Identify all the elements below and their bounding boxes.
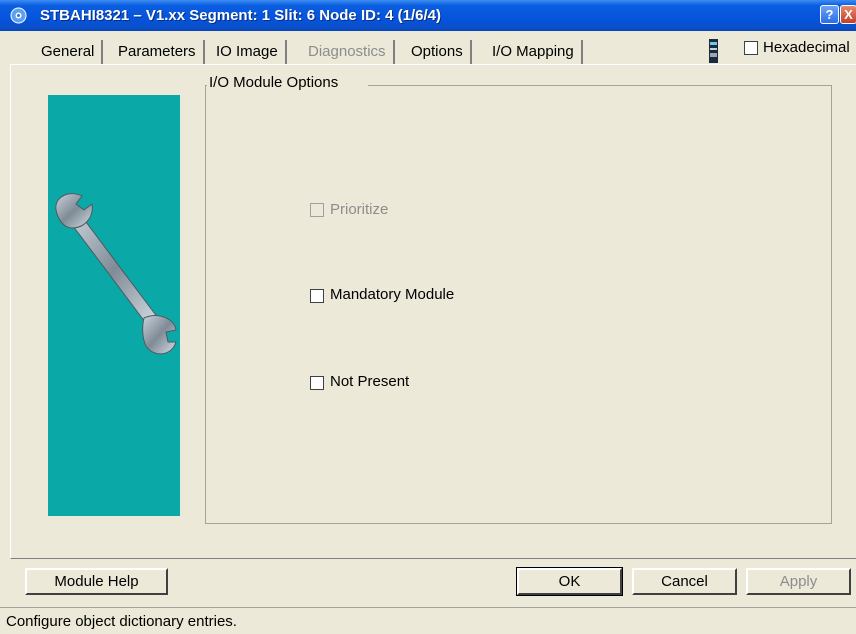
help-button[interactable]: ? [820, 5, 839, 24]
io-module-options-group [205, 85, 832, 524]
status-bar: Configure object dictionary entries. [0, 607, 856, 634]
tab-io-mapping[interactable]: I/O Mapping [485, 40, 583, 64]
ok-button[interactable]: OK [516, 567, 623, 596]
mandatory-module-checkbox[interactable] [310, 289, 324, 303]
module-help-button[interactable]: Module Help [25, 568, 168, 595]
tab-io-image[interactable]: IO Image [209, 40, 287, 64]
title-bar[interactable]: STBAHI8321 – V1.xx Segment: 1 Slit: 6 No… [0, 0, 856, 31]
prioritize-checkbox[interactable] [310, 203, 324, 217]
window-title: STBAHI8321 – V1.xx Segment: 1 Slit: 6 No… [40, 7, 441, 24]
tab-parameters[interactable]: Parameters [111, 40, 205, 64]
status-text: Configure object dictionary entries. [6, 613, 237, 630]
tab-general[interactable]: General [34, 40, 104, 64]
wrench-icon [55, 193, 177, 355]
group-title: I/O Module Options [207, 74, 369, 91]
tab-options[interactable]: Options [404, 40, 472, 64]
close-button[interactable]: X [840, 5, 856, 24]
module-device-icon [709, 39, 718, 63]
cancel-button[interactable]: Cancel [632, 568, 737, 595]
not-present-checkbox[interactable] [310, 376, 324, 390]
prioritize-label: Prioritize [330, 201, 389, 218]
apply-button[interactable]: Apply [746, 568, 851, 595]
hexadecimal-checkbox[interactable] [744, 41, 758, 55]
app-icon [10, 7, 27, 24]
hexadecimal-label: Hexadecimal [763, 39, 850, 56]
not-present-label: Not Present [330, 373, 410, 390]
mandatory-module-label: Mandatory Module [330, 286, 455, 303]
tab-diagnostics[interactable]: Diagnostics [301, 40, 395, 64]
